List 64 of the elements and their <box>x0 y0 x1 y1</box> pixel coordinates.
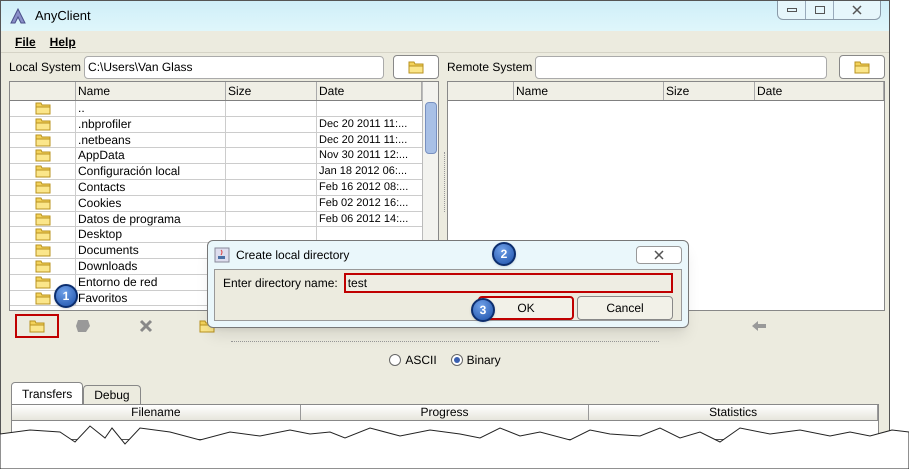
folder-icon <box>34 290 50 305</box>
local-system-label: Local System <box>9 59 82 76</box>
new-folder-button[interactable] <box>15 314 59 338</box>
file-name[interactable]: .netbeans <box>76 132 226 148</box>
column-header[interactable]: Filename <box>12 405 301 420</box>
folder-icon <box>34 164 50 178</box>
column-header[interactable]: Name <box>514 82 664 100</box>
file-name[interactable]: AppData <box>76 148 226 164</box>
file-date: Feb 02 2012 16:... <box>318 196 410 211</box>
browse-button[interactable] <box>393 55 439 79</box>
folder-icon <box>34 258 50 273</box>
column-header[interactable]: Size <box>226 82 317 100</box>
file-date: Nov 30 2011 12:... <box>318 148 410 164</box>
folder-icon <box>34 132 50 147</box>
file-name[interactable]: Cookies <box>76 196 226 211</box>
folder-icon <box>34 101 50 115</box>
cup-icon <box>214 247 230 263</box>
field-label: Enter directory name: <box>223 275 338 292</box>
menu-item[interactable]: File <box>15 32 36 50</box>
folder-icon <box>34 180 50 194</box>
folder-icon <box>854 60 870 74</box>
delete-icon[interactable] <box>139 319 153 333</box>
folder-icon <box>34 227 50 242</box>
folder-icon <box>34 243 50 258</box>
mode-radio[interactable]: Binary <box>450 351 501 369</box>
tab[interactable]: Debug <box>83 385 141 404</box>
file-date: Feb 16 2012 08:... <box>318 180 410 195</box>
file-name[interactable]: Datos de programa <box>76 212 226 226</box>
file-name[interactable]: Configuración local <box>76 164 226 179</box>
file-date: Dec 20 2011 11:... <box>318 116 408 132</box>
remote-path-field[interactable] <box>535 56 828 78</box>
app-logo-icon <box>9 8 27 24</box>
folder-icon <box>34 212 50 226</box>
file-name[interactable]: .. <box>76 101 226 116</box>
column-header[interactable]: Statistics <box>589 405 878 420</box>
dialog-title: Create local directory <box>236 247 350 264</box>
column-header[interactable]: Progress <box>300 405 590 420</box>
mode-radio[interactable]: ASCII <box>389 351 437 369</box>
folder-icon <box>34 148 50 162</box>
tab[interactable]: Transfers <box>11 382 84 404</box>
path-field[interactable]: C:\Users\Van Glass <box>84 56 384 78</box>
file-date: Dec 20 2011 11:... <box>318 132 408 148</box>
column-header[interactable]: Name <box>76 82 226 100</box>
file-date: Feb 06 2012 14:... <box>318 212 410 226</box>
close-icon <box>654 250 664 260</box>
folder-icon <box>34 274 50 289</box>
browse-button[interactable] <box>839 55 885 79</box>
remote-system-label: Remote System <box>447 59 532 76</box>
folder-icon <box>408 60 424 74</box>
file-name[interactable]: Contacts <box>76 180 226 195</box>
close-button[interactable] <box>636 246 682 264</box>
back-arrow-icon[interactable] <box>751 320 767 332</box>
directory-name-field[interactable]: test <box>344 273 673 293</box>
folder-icon <box>34 196 50 210</box>
file-name[interactable]: .nbprofiler <box>76 116 226 132</box>
new-folder-icon <box>29 319 45 333</box>
menu-item[interactable]: Help <box>50 32 76 50</box>
folder-icon <box>34 116 50 131</box>
window-title: AnyClient <box>35 7 91 26</box>
column-header[interactable]: Date <box>755 82 884 100</box>
close-icon <box>852 5 862 15</box>
file-date: Jan 18 2012 06:... <box>318 164 408 179</box>
column-header[interactable]: Size <box>664 82 755 100</box>
dialog-button[interactable]: Cancel <box>577 296 673 320</box>
